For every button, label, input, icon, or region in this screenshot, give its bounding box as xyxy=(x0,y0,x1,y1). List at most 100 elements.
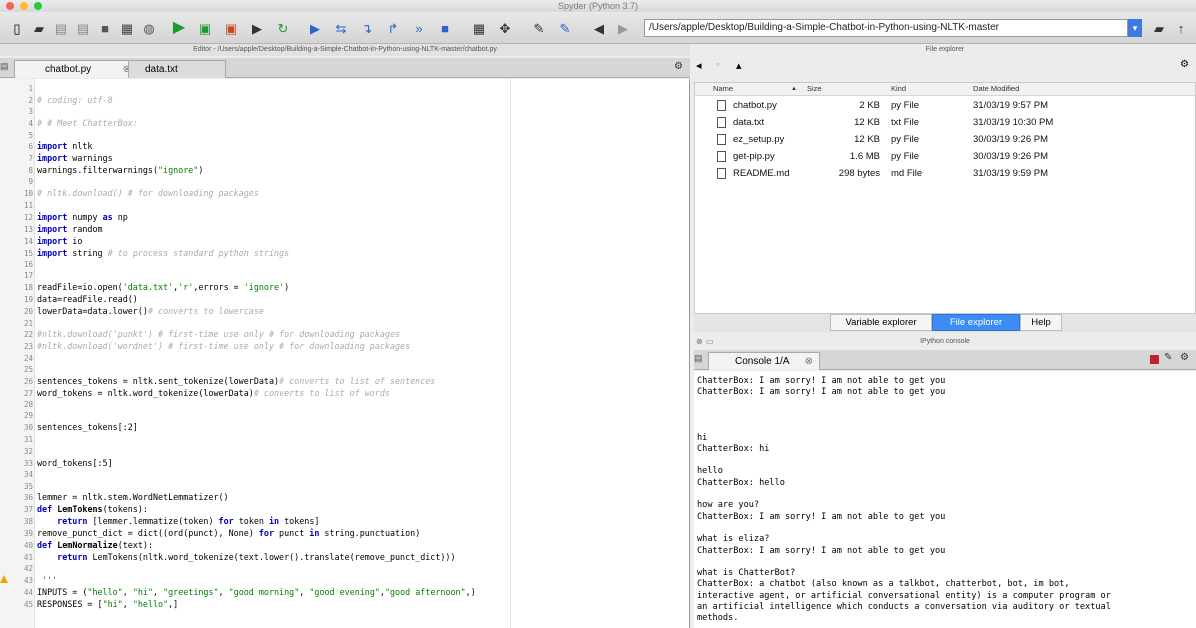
run-icon[interactable]: ▶ xyxy=(170,19,188,37)
file-row[interactable]: ez_setup.py 12 KB py File 30/03/19 9:26 PM xyxy=(695,131,1195,148)
code-editor[interactable]: 1 2 3 4 5 6 7 8 9 10 11 12 13 14 15 16 17 18 19 20 21 22 23 24 2… xyxy=(0,79,690,628)
sort-arrow-icon: ▲ xyxy=(791,86,797,92)
tab-console-1a[interactable]: Console 1/A ⊗ xyxy=(708,352,820,370)
forward-icon[interactable]: ◦ xyxy=(716,59,720,71)
step-icon[interactable]: ⇆ xyxy=(332,19,350,37)
tab-variable-explorer[interactable]: Variable explorer xyxy=(830,314,932,331)
console-output[interactable]: ChatterBox: I am sorry! I am not able to… xyxy=(694,371,1196,628)
file-row[interactable]: README.md 298 bytes md File 31/03/19 9:59 P… xyxy=(695,165,1195,182)
code-line: # coding: utf-8 xyxy=(37,95,113,105)
line-number-gutter: 1 2 3 4 5 6 7 8 9 10 11 12 13 14 15 16 17 18 19 20 21 22 23 24 2… xyxy=(0,79,35,628)
file-row[interactable]: chatbot.py 2 KB py File 31/03/19 9:57 PM xyxy=(695,97,1195,114)
file-name: data.txt xyxy=(733,117,765,128)
column-date-modified[interactable]: Date Modified xyxy=(973,83,1019,95)
code-line: return LemTokens(nltk.word_tokenize(text… xyxy=(57,552,456,562)
tab-chatbot-py[interactable]: chatbot.py ⊗ xyxy=(14,60,138,78)
tab-file-explorer[interactable]: File explorer xyxy=(932,314,1020,331)
back-icon[interactable]: ◀ xyxy=(590,19,608,37)
column-size[interactable]: Size xyxy=(807,83,822,95)
file-date: 30/03/19 9:26 PM xyxy=(973,151,1048,162)
code-line: sentences_tokens[:2] xyxy=(37,422,138,432)
line-number: 22 xyxy=(23,330,33,339)
interrupt-kernel-icon[interactable] xyxy=(1150,355,1159,364)
re-run-icon[interactable]: ↻ xyxy=(274,19,292,37)
line-number: 23 xyxy=(23,342,33,351)
fullscreen-icon[interactable]: ✥ xyxy=(496,19,514,37)
stop-debug-icon[interactable]: ■ xyxy=(436,19,454,37)
browse-tabs-icon[interactable]: ▤ xyxy=(0,61,12,75)
file-row[interactable]: get-pip.py 1.6 MB py File 30/03/19 9:26 PM xyxy=(695,148,1195,165)
run-cell-advance-icon[interactable]: ▣ xyxy=(222,19,240,37)
line-number: 14 xyxy=(23,237,33,246)
python-path-icon[interactable]: ✎ xyxy=(556,19,574,37)
browse-tabs-icon[interactable]: ▤ xyxy=(694,353,706,367)
code-line: RESPONSES = ["hi", "hello",] xyxy=(37,599,179,609)
browse-folder-icon[interactable]: ▰ xyxy=(1150,19,1168,37)
line-number: 29 xyxy=(23,411,33,420)
line-number: 25 xyxy=(23,365,33,374)
line-number: 20 xyxy=(23,307,33,316)
line-number: 10 xyxy=(23,189,33,198)
console-line: methods. xyxy=(697,613,739,624)
close-icon[interactable]: ⊗ xyxy=(696,336,703,348)
tab-help[interactable]: Help xyxy=(1020,314,1062,331)
file-kind: py File xyxy=(891,151,919,162)
file-name: README.md xyxy=(733,168,790,179)
column-name[interactable]: Name xyxy=(713,83,733,95)
line-number: 21 xyxy=(23,319,33,328)
code-line: import nltk xyxy=(37,141,93,151)
parent-directory-icon[interactable]: ↑ xyxy=(1172,19,1190,37)
run-cell-icon[interactable]: ▣ xyxy=(196,19,214,37)
close-tab-icon[interactable]: ⊗ xyxy=(805,353,813,370)
working-directory-input[interactable]: /Users/apple/Desktop/Building-a-Simple-C… xyxy=(644,19,1128,37)
run-selection-icon[interactable]: ▶ xyxy=(248,19,266,37)
editor-tab-bar: ▤ chatbot.py ⊗ data.txt ⚙ xyxy=(0,58,690,78)
maximize-pane-icon[interactable]: ▦ xyxy=(470,19,488,37)
file-date: 31/03/19 9:57 PM xyxy=(973,100,1048,111)
file-size: 2 KB xyxy=(859,100,880,111)
line-number: 16 xyxy=(23,260,33,269)
options-gear-icon[interactable]: ⚙ xyxy=(1180,59,1189,70)
file-size: 12 KB xyxy=(854,117,880,128)
file-kind: py File xyxy=(891,100,919,111)
tools-icon[interactable]: ✎ xyxy=(530,19,548,37)
code-line: # # Meet ChatterBox: xyxy=(37,118,138,128)
new-file-icon[interactable]: ▯ xyxy=(8,19,26,37)
save-all-icon[interactable]: ▤ xyxy=(74,19,92,37)
debug-icon[interactable]: ▶ xyxy=(306,19,324,37)
continue-icon[interactable]: » xyxy=(410,19,428,37)
options-gear-icon[interactable]: ⚙ xyxy=(1180,352,1189,363)
save-file-icon[interactable]: ▤ xyxy=(52,19,70,37)
options-gear-icon[interactable]: ⚙ xyxy=(674,61,688,75)
line-number: 27 xyxy=(23,389,33,398)
tab-data-txt[interactable]: data.txt xyxy=(128,60,226,78)
file-date: 31/03/19 10:30 PM xyxy=(973,117,1054,128)
parent-directory-icon[interactable]: ▴ xyxy=(736,59,742,72)
console-line: how are you? xyxy=(697,500,760,511)
stop-icon[interactable]: ■ xyxy=(96,19,114,37)
window-title: Spyder (Python 3.7) xyxy=(557,1,639,11)
console-line: an artificial intelligence which conduct… xyxy=(697,602,1111,612)
code-line: warnings.filterwarnings("ignore") xyxy=(37,165,204,175)
file-date: 30/03/19 9:26 PM xyxy=(973,134,1048,145)
line-number: 4 xyxy=(28,119,33,128)
line-number: 26 xyxy=(23,377,33,386)
chevron-down-icon[interactable]: ▾ xyxy=(1128,19,1142,37)
forward-icon[interactable]: ▶ xyxy=(614,19,632,37)
column-kind[interactable]: Kind xyxy=(891,83,906,95)
file-row[interactable]: data.txt 12 KB txt File 31/03/19 10:30 PM xyxy=(695,114,1195,131)
undock-icon[interactable]: ▭ xyxy=(706,336,714,348)
back-icon[interactable]: ◂ xyxy=(696,59,702,72)
line-number: 18 xyxy=(23,283,33,292)
code-line: readFile=io.open('data.txt','r',errors =… xyxy=(37,282,290,292)
open-file-icon[interactable]: ▰ xyxy=(30,19,48,37)
step-into-icon[interactable]: ↴ xyxy=(358,19,376,37)
preferences-icon[interactable]: ▦ xyxy=(118,19,136,37)
edit-icon[interactable]: ✎ xyxy=(1164,352,1172,363)
settings-icon[interactable]: ◍ xyxy=(140,19,158,37)
step-return-icon[interactable]: ↱ xyxy=(384,19,402,37)
line-number: 1 xyxy=(28,84,33,93)
file-list: Name ▲ Size Kind Date Modified chatbot.p… xyxy=(694,82,1196,314)
console-line: what is ChatterBot? xyxy=(697,568,796,579)
console-line: ChatterBox: I am sorry! I am not able to… xyxy=(697,387,946,398)
